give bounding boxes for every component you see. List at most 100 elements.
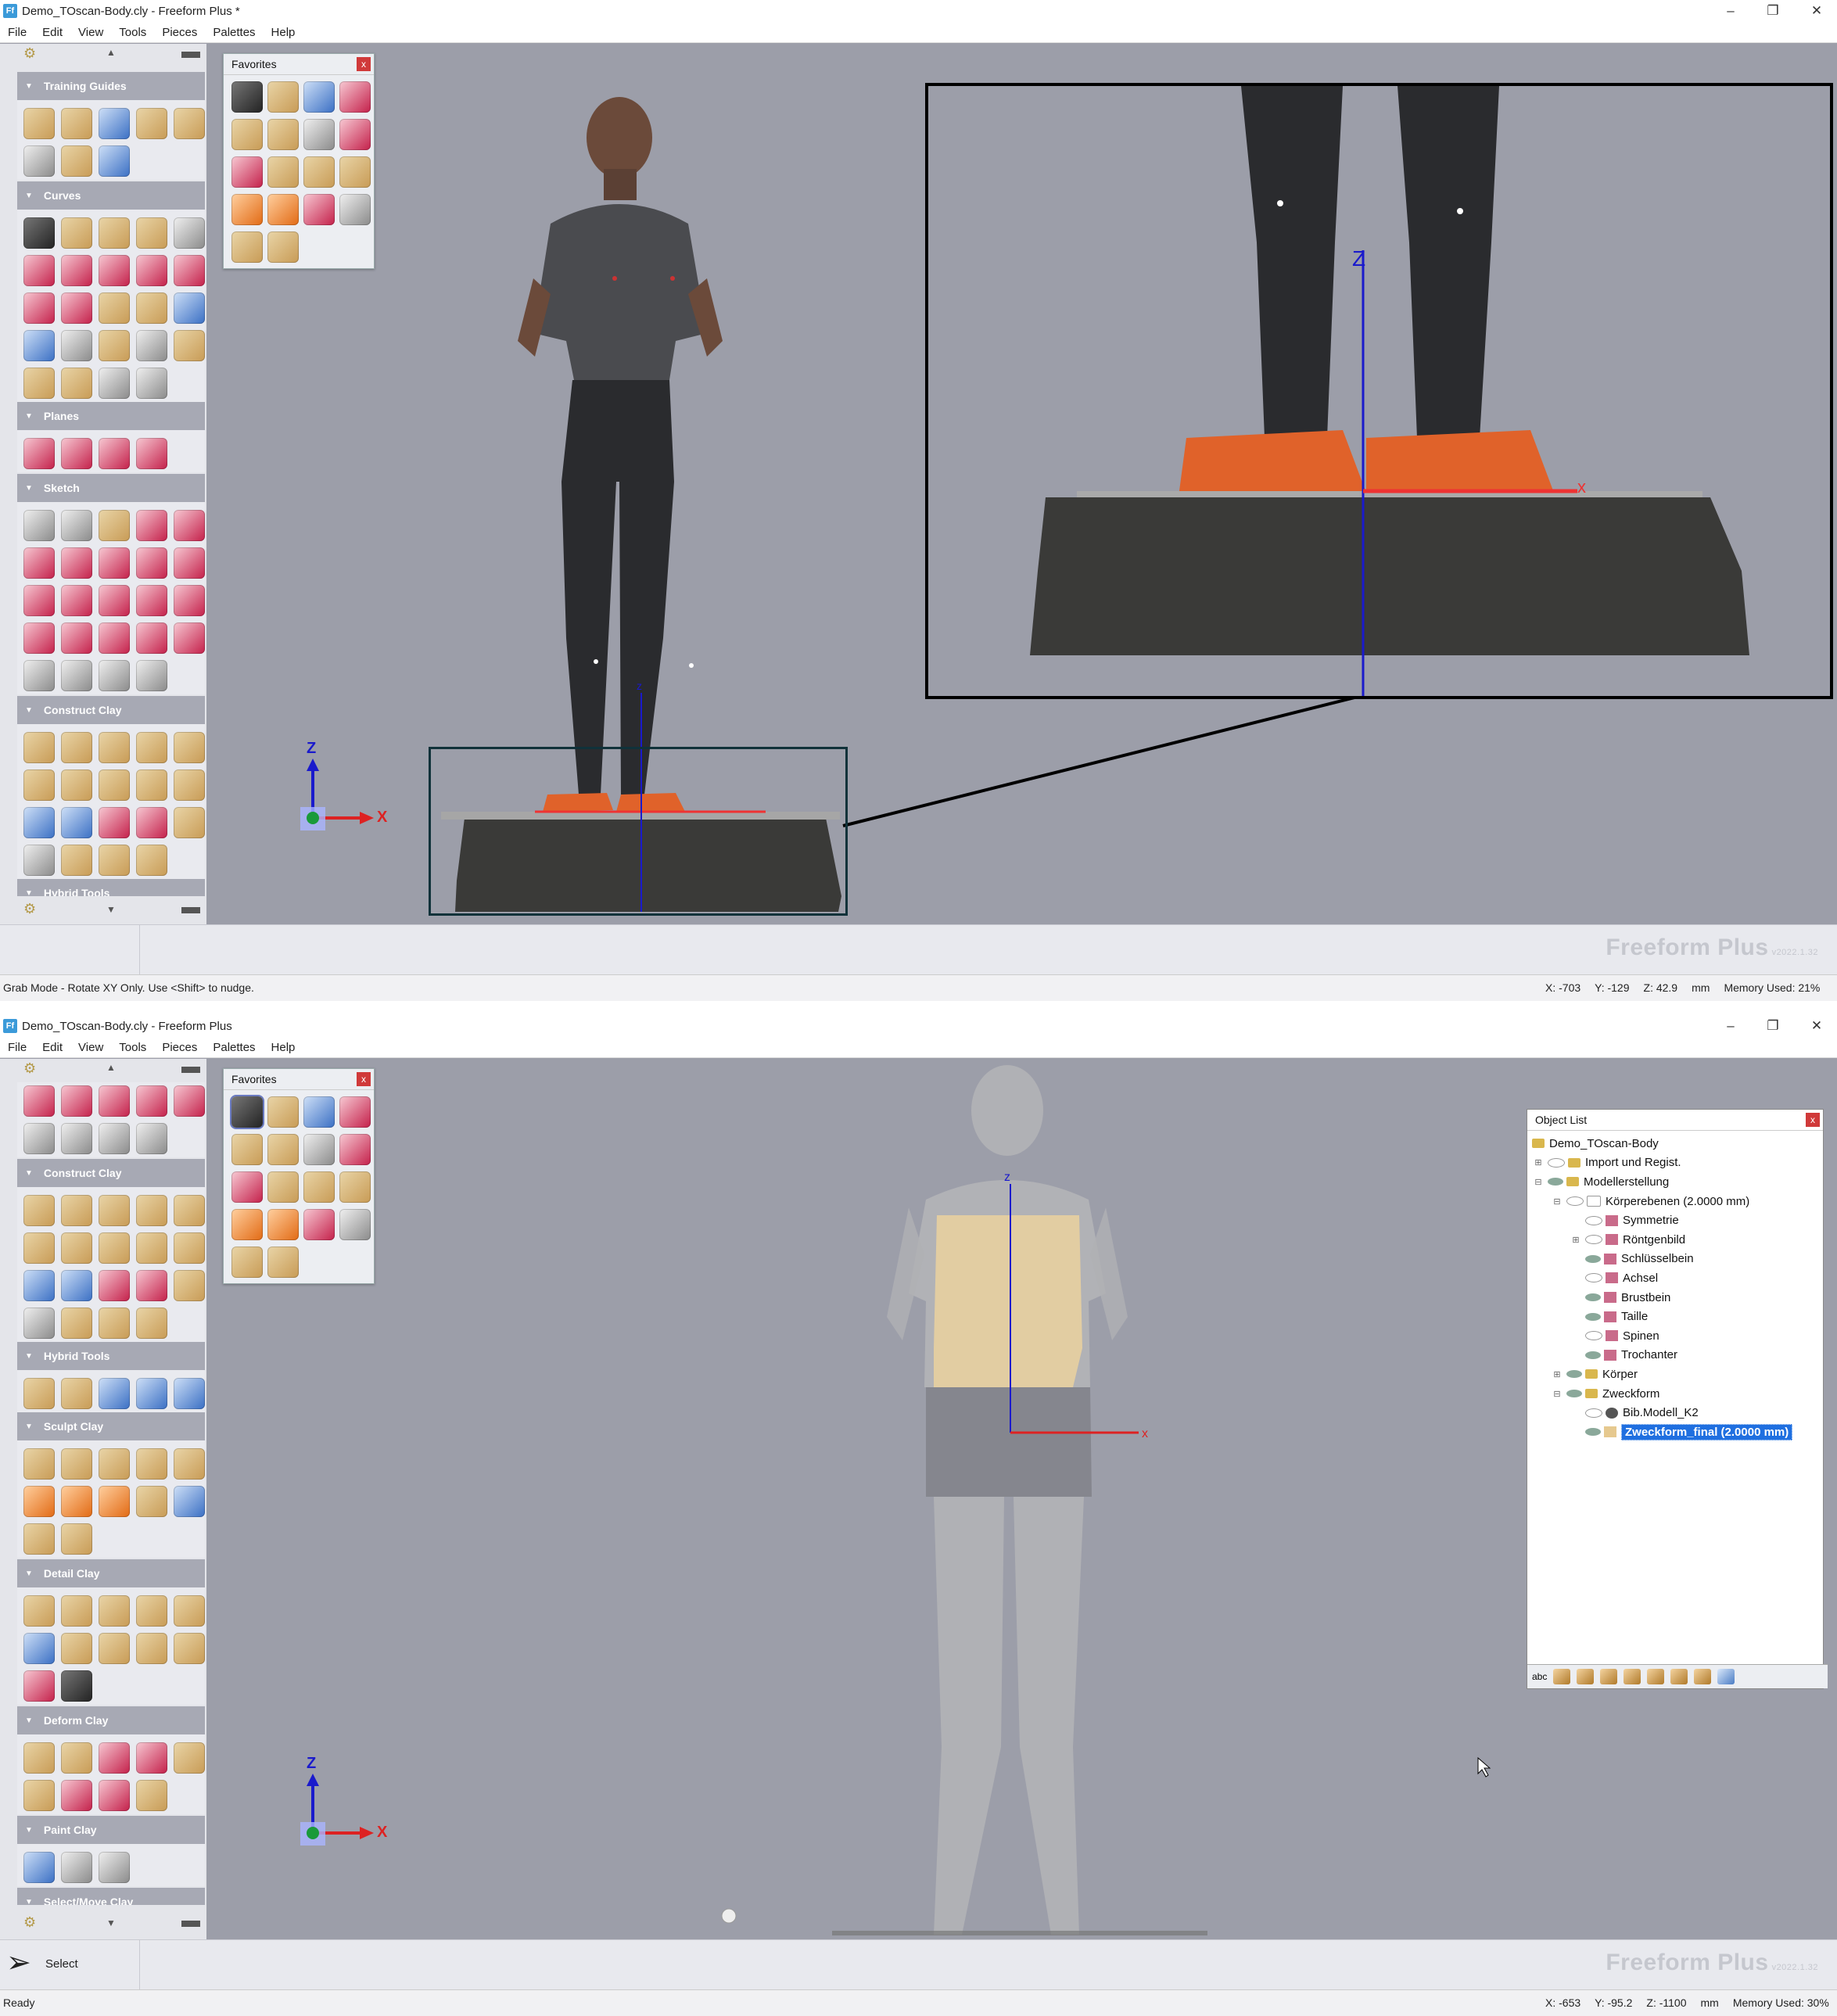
scroll-up-arrow-icon[interactable]: ▲ xyxy=(106,1062,116,1073)
tool-icon[interactable] xyxy=(99,1123,130,1154)
tool-icon[interactable] xyxy=(23,1670,55,1702)
tool-icon[interactable] xyxy=(61,1780,92,1811)
tool-icon[interactable] xyxy=(61,1195,92,1226)
tool-icon[interactable] xyxy=(61,145,92,177)
gear-icon[interactable]: ⚙ xyxy=(23,901,36,917)
menu-tools[interactable]: Tools xyxy=(111,26,154,39)
restore-button[interactable]: ❐ xyxy=(1753,1015,1793,1037)
tool-icon[interactable] xyxy=(136,1595,167,1627)
palette-header[interactable]: ▼ Detail Clay xyxy=(17,1559,205,1587)
tool-icon[interactable] xyxy=(99,330,130,361)
tool-icon[interactable] xyxy=(267,1096,299,1128)
palette-header[interactable]: ▼ Curves xyxy=(17,181,205,210)
tool-icon[interactable] xyxy=(23,1308,55,1339)
tool-icon[interactable] xyxy=(339,156,371,188)
tool-icon[interactable] xyxy=(23,1378,55,1409)
tool-icon[interactable] xyxy=(136,585,167,616)
tool-icon[interactable] xyxy=(61,1852,92,1883)
tool-icon[interactable] xyxy=(23,1780,55,1811)
tool-icon[interactable] xyxy=(61,292,92,324)
palette-header[interactable]: ▼ Construct Clay xyxy=(17,696,205,724)
menu-palettes[interactable]: Palettes xyxy=(205,1041,263,1054)
tool-icon[interactable] xyxy=(174,732,205,763)
tool-icon[interactable] xyxy=(23,1486,55,1517)
tool-icon[interactable] xyxy=(136,732,167,763)
tool-icon[interactable] xyxy=(339,1134,371,1165)
tool-icon[interactable] xyxy=(61,255,92,286)
palette-header[interactable]: ▼ Construct Clay xyxy=(17,1159,205,1187)
tree-item[interactable]: Achsel xyxy=(1527,1268,1823,1288)
tool-icon[interactable] xyxy=(99,1085,130,1117)
tool-icon[interactable] xyxy=(99,1780,130,1811)
tool-icon[interactable] xyxy=(136,330,167,361)
object-list-title[interactable]: Object List x xyxy=(1527,1110,1823,1131)
scroll-up-arrow-icon[interactable]: ▲ xyxy=(106,47,116,58)
tool-icon[interactable] xyxy=(99,1742,130,1774)
tool-icon[interactable] xyxy=(174,1595,205,1627)
tool-icon[interactable] xyxy=(303,1134,335,1165)
tool-icon[interactable] xyxy=(136,1633,167,1664)
close-icon[interactable]: x xyxy=(357,1072,371,1086)
tool-icon[interactable] xyxy=(23,1523,55,1555)
minimize-button[interactable]: – xyxy=(1710,0,1751,22)
tool-icon[interactable] xyxy=(136,660,167,691)
tool-icon[interactable] xyxy=(61,732,92,763)
tool-icon[interactable] xyxy=(61,807,92,838)
tool-icon[interactable] xyxy=(99,845,130,876)
visibility-eye-icon[interactable] xyxy=(1585,1312,1601,1321)
palette-header[interactable]: ▼ Sculpt Clay xyxy=(17,1412,205,1440)
tool-icon[interactable] xyxy=(23,732,55,763)
tool-icon[interactable] xyxy=(61,217,92,249)
tool-icon[interactable] xyxy=(231,1134,263,1165)
menu-pieces[interactable]: Pieces xyxy=(154,1041,205,1054)
tool-icon[interactable] xyxy=(136,1308,167,1339)
tool-icon[interactable] xyxy=(339,194,371,225)
tree-item[interactable]: ⊟ Zweckform xyxy=(1527,1384,1823,1404)
palette-header[interactable]: ▼ Hybrid Tools xyxy=(17,879,205,896)
tool-icon[interactable] xyxy=(136,1742,167,1774)
tool-icon[interactable] xyxy=(174,585,205,616)
tool-icon[interactable] xyxy=(61,845,92,876)
tool-icon[interactable] xyxy=(23,1742,55,1774)
tool-icon[interactable] xyxy=(61,1742,92,1774)
tool-icon[interactable] xyxy=(23,510,55,541)
visibility-eye-icon[interactable] xyxy=(1566,1390,1582,1398)
menu-palettes[interactable]: Palettes xyxy=(205,26,263,39)
palette-header[interactable]: ▼ Training Guides xyxy=(17,72,205,100)
close-icon[interactable]: x xyxy=(357,57,371,71)
menu-view[interactable]: View xyxy=(70,1041,111,1054)
gear-icon[interactable]: ⚙ xyxy=(23,45,36,62)
menu-tools[interactable]: Tools xyxy=(111,1041,154,1054)
tool-icon[interactable] xyxy=(23,1195,55,1226)
tool-icon[interactable] xyxy=(61,1670,92,1702)
tool-icon[interactable] xyxy=(99,292,130,324)
tool-icon[interactable] xyxy=(61,1595,92,1627)
tool-icon[interactable] xyxy=(231,119,263,150)
plane-tool-icon[interactable] xyxy=(1577,1669,1595,1684)
visibility-eye-icon[interactable] xyxy=(1585,1254,1601,1263)
tree-item[interactable]: Taille xyxy=(1527,1307,1823,1326)
tool-icon[interactable] xyxy=(23,255,55,286)
tool-icon[interactable] xyxy=(303,81,335,113)
palette-menu-icon[interactable] xyxy=(181,1067,200,1073)
tool-icon[interactable] xyxy=(99,438,130,469)
tree-item[interactable]: ⊞ Körper xyxy=(1527,1365,1823,1384)
tool-icon[interactable] xyxy=(136,255,167,286)
tool-icon[interactable] xyxy=(23,1633,55,1664)
tool-icon[interactable] xyxy=(136,510,167,541)
tool-icon[interactable] xyxy=(174,255,205,286)
visibility-eye-icon[interactable] xyxy=(1585,1331,1602,1341)
tool-icon[interactable] xyxy=(23,1270,55,1301)
tool-icon[interactable] xyxy=(231,1209,263,1240)
tree-item[interactable]: Schlüsselbein xyxy=(1527,1250,1823,1269)
select-arrow-icon[interactable] xyxy=(231,81,263,113)
expand-icon[interactable]: ⊞ xyxy=(1551,1369,1563,1379)
tool-icon[interactable] xyxy=(136,547,167,579)
tool-icon[interactable] xyxy=(23,145,55,177)
tool-icon[interactable] xyxy=(267,194,299,225)
tool-icon[interactable] xyxy=(23,547,55,579)
tool-icon[interactable] xyxy=(23,1085,55,1117)
piece-tool-icon[interactable] xyxy=(1553,1669,1571,1684)
tool-icon[interactable] xyxy=(99,547,130,579)
collapse-icon[interactable]: ⊟ xyxy=(1551,1196,1563,1207)
